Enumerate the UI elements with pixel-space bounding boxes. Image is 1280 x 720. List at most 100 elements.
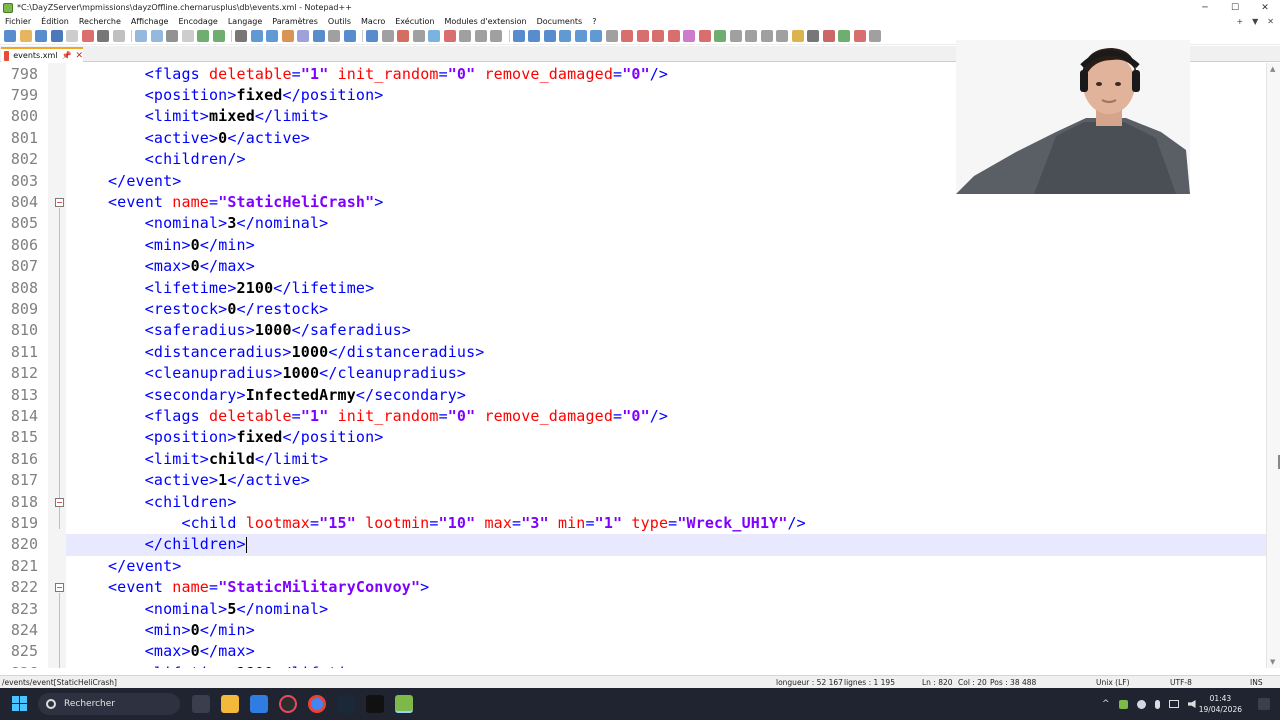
toolbar-button-icon[interactable] xyxy=(397,30,409,42)
toolbar-button-icon[interactable] xyxy=(97,30,109,42)
toolbar-button-icon[interactable] xyxy=(698,30,711,42)
toolbar-button-icon[interactable] xyxy=(574,30,587,42)
toolbar-button-icon[interactable] xyxy=(250,30,263,42)
task-view-icon[interactable] xyxy=(192,695,210,713)
taskbar-search[interactable]: Rechercher xyxy=(38,693,180,715)
toolbar-button-icon[interactable] xyxy=(312,30,325,42)
obs-icon[interactable] xyxy=(366,695,384,713)
toolbar-button-icon[interactable] xyxy=(636,30,649,42)
toolbar-button-icon[interactable] xyxy=(50,30,63,42)
toolbar-button-icon[interactable] xyxy=(150,30,163,42)
toolbar-button-icon[interactable] xyxy=(683,30,695,42)
fold-toggle-icon[interactable]: − xyxy=(55,497,64,507)
toolbar-button-icon[interactable] xyxy=(512,30,525,42)
toolbar-button-icon[interactable] xyxy=(776,30,788,42)
toolbar-button-icon[interactable] xyxy=(35,30,47,42)
code-text[interactable]: <event name="StaticHeliCrash"> xyxy=(108,192,383,213)
close-button[interactable]: ✕ xyxy=(1250,0,1280,15)
toolbar-button-icon[interactable] xyxy=(381,30,394,42)
code-line[interactable]: 811 <distanceradius>1000</distanceradius… xyxy=(0,342,1280,363)
code-text[interactable]: </event> xyxy=(108,171,181,192)
code-text[interactable]: <max>0</max> xyxy=(108,641,255,662)
chrome-icon[interactable] xyxy=(308,695,326,713)
code-text[interactable]: <cleanupradius>1000</cleanupradius> xyxy=(108,363,466,384)
volume-icon[interactable] xyxy=(1187,700,1196,708)
toolbar-button-icon[interactable] xyxy=(559,30,571,42)
code-text[interactable]: <position>fixed</position> xyxy=(108,85,384,106)
code-text[interactable]: <min>0</min> xyxy=(108,620,255,641)
code-line[interactable]: 809 <restock>0</restock> xyxy=(0,299,1280,320)
toolbar-button-icon[interactable] xyxy=(528,30,540,42)
code-text[interactable]: </event> xyxy=(108,556,181,577)
toolbar-button-icon[interactable] xyxy=(81,30,94,42)
code-line[interactable]: 812 <cleanupradius>1000</cleanupradius> xyxy=(0,363,1280,384)
code-line[interactable]: 822 − <event name="StaticMilitaryConvoy"> xyxy=(0,577,1280,598)
code-line[interactable]: 807 <max>0</max> xyxy=(0,256,1280,277)
eol-format[interactable]: Unix (LF) xyxy=(1096,678,1130,687)
toolbar-button-icon[interactable] xyxy=(474,30,487,42)
code-line[interactable]: 818 − <children> xyxy=(0,492,1280,513)
code-line[interactable]: 815 <position>fixed</position> xyxy=(0,427,1280,448)
code-text[interactable]: <children/> xyxy=(108,149,246,170)
code-line[interactable]: 808 <lifetime>2100</lifetime> xyxy=(0,278,1280,299)
code-text[interactable]: <child lootmax="15" lootmin="10" max="3"… xyxy=(108,513,806,534)
menu-documents[interactable]: Documents xyxy=(532,17,588,26)
code-text[interactable]: <flags deletable="1" init_random="0" rem… xyxy=(108,64,668,85)
scroll-up-icon[interactable]: ▲ xyxy=(1270,65,1275,73)
toolbar-button-icon[interactable] xyxy=(729,30,742,42)
menu-execution[interactable]: Exécution xyxy=(390,17,439,26)
toolbar-button-icon[interactable] xyxy=(197,30,209,42)
toolbar-button-icon[interactable] xyxy=(822,30,835,42)
store-icon[interactable] xyxy=(250,695,268,713)
code-text[interactable]: <lifetime>2100</lifetime> xyxy=(108,278,374,299)
code-line[interactable]: 820 </children> xyxy=(0,534,1280,556)
toolbar-button-icon[interactable] xyxy=(328,30,340,42)
toolbar-button-icon[interactable] xyxy=(714,30,726,42)
toolbar-button-icon[interactable] xyxy=(459,30,471,42)
code-text[interactable]: <position>fixed</position> xyxy=(108,427,384,448)
code-text[interactable]: <lifetime>1800</lifetime> xyxy=(108,663,374,668)
code-line[interactable]: 805 <nominal>3</nominal> xyxy=(0,213,1280,234)
tab-list-icon[interactable]: ▼ xyxy=(1252,17,1258,26)
code-text[interactable]: <active>0</active> xyxy=(108,128,310,149)
toolbar-button-icon[interactable] xyxy=(853,30,866,42)
steam-tray-icon[interactable] xyxy=(1136,699,1146,709)
menu-help[interactable]: ? xyxy=(587,17,601,26)
toolbar-button-icon[interactable] xyxy=(181,30,194,42)
menu-parametres[interactable]: Paramètres xyxy=(267,17,323,26)
code-line[interactable]: 804 − <event name="StaticHeliCrash"> xyxy=(0,192,1280,213)
toolbar-button-icon[interactable] xyxy=(281,30,294,42)
toolbar-button-icon[interactable] xyxy=(667,30,680,42)
code-line[interactable]: 817 <active>1</active> xyxy=(0,470,1280,491)
toolbar-button-icon[interactable] xyxy=(343,30,356,42)
code-line[interactable]: 819 <child lootmax="15" lootmin="10" max… xyxy=(0,513,1280,534)
code-text[interactable]: <distanceradius>1000</distanceradius> xyxy=(108,342,485,363)
toolbar-button-icon[interactable] xyxy=(443,30,456,42)
code-text[interactable]: <active>1</active> xyxy=(108,470,310,491)
minimize-button[interactable]: ─ xyxy=(1190,0,1220,15)
toolbar-button-icon[interactable] xyxy=(791,30,804,42)
code-line[interactable]: 816 <limit>child</limit> xyxy=(0,449,1280,470)
toolbar-button-icon[interactable] xyxy=(112,30,125,42)
toolbar-button-icon[interactable] xyxy=(19,30,32,42)
code-text[interactable]: </children> xyxy=(108,534,247,555)
toolbar-button-icon[interactable] xyxy=(490,30,502,42)
tray-chevron-icon[interactable]: ^ xyxy=(1102,699,1110,709)
toolbar-button-icon[interactable] xyxy=(652,30,664,42)
toolbar-button-icon[interactable] xyxy=(235,30,247,42)
toolbar-button-icon[interactable] xyxy=(605,30,618,42)
fold-toggle-icon[interactable]: − xyxy=(55,583,64,593)
notification-icon[interactable] xyxy=(1258,698,1270,710)
windows-start-icon[interactable] xyxy=(12,696,28,712)
menu-fichier[interactable]: Fichier xyxy=(0,17,36,26)
scroll-down-icon[interactable]: ▼ xyxy=(1270,658,1275,666)
file-explorer-icon[interactable] xyxy=(221,695,239,713)
toolbar-button-icon[interactable] xyxy=(266,30,278,42)
taskbar-clock[interactable]: 01:43 19/04/2026 xyxy=(1199,693,1242,715)
menu-macro[interactable]: Macro xyxy=(356,17,390,26)
tab-events-xml[interactable]: events.xml 📌 ✕ xyxy=(1,47,83,62)
code-line[interactable]: 824 <min>0</min> xyxy=(0,620,1280,641)
code-text[interactable]: <nominal>5</nominal> xyxy=(108,599,328,620)
toolbar-button-icon[interactable] xyxy=(135,30,147,42)
code-text[interactable]: <children> xyxy=(108,492,237,513)
